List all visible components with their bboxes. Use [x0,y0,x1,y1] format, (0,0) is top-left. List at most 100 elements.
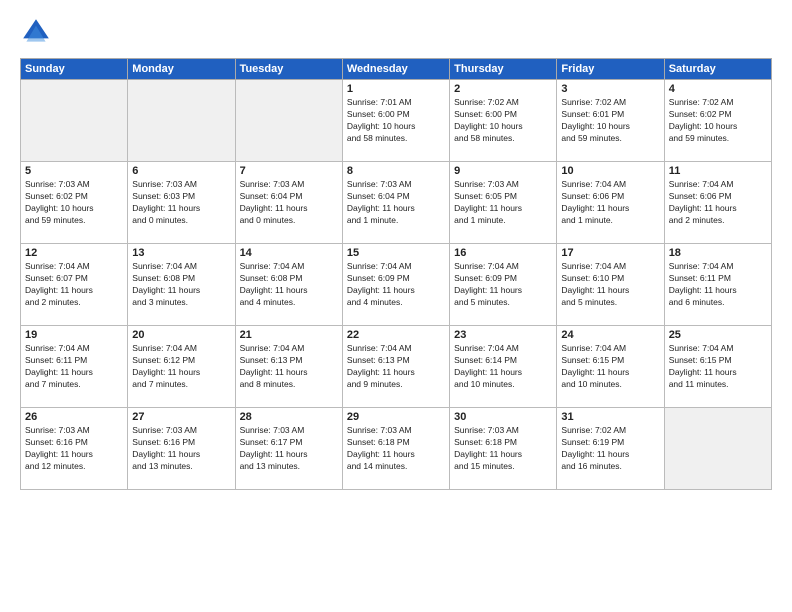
day-number: 21 [240,329,338,341]
day-number: 20 [132,329,230,341]
page: SundayMondayTuesdayWednesdayThursdayFrid… [0,0,792,612]
cell-text: Sunrise: 7:04 AM Sunset: 6:06 PM Dayligh… [669,179,767,227]
cell-text: Sunrise: 7:04 AM Sunset: 6:13 PM Dayligh… [240,343,338,391]
day-number: 15 [347,247,445,259]
cell-text: Sunrise: 7:04 AM Sunset: 6:08 PM Dayligh… [132,261,230,309]
cell-text: Sunrise: 7:04 AM Sunset: 6:07 PM Dayligh… [25,261,123,309]
calendar-cell: 31 Sunrise: 7:02 AM Sunset: 6:19 PM Dayli… [557,408,664,490]
calendar-cell: 6Sunrise: 7:03 AM Sunset: 6:03 PM Daylig… [128,162,235,244]
day-header-sunday: Sunday [21,59,128,80]
calendar-cell: 24 Sunrise: 7:04 AM Sunset: 6:15 PM Dayli… [557,326,664,408]
calendar-cell: 21 Sunrise: 7:04 AM Sunset: 6:13 PM Dayli… [235,326,342,408]
day-number: 22 [347,329,445,341]
day-number: 23 [454,329,552,341]
logo-icon [20,16,52,48]
calendar-cell: 5 Sunrise: 7:03 AM Sunset: 6:02 PM Daylig… [21,162,128,244]
cell-text: Sunrise: 7:04 AM Sunset: 6:11 PM Dayligh… [669,261,767,309]
day-number: 14 [240,247,338,259]
calendar-cell: 14 Sunrise: 7:04 AM Sunset: 6:08 PM Dayli… [235,244,342,326]
day-header-friday: Friday [557,59,664,80]
calendar-cell [21,80,128,162]
day-number: 2 [454,83,552,95]
calendar-cell: 19Sunrise: 7:04 AM Sunset: 6:11 PM Dayli… [21,326,128,408]
day-number: 1 [347,83,445,95]
calendar-cell [235,80,342,162]
day-number: 26 [25,411,123,423]
day-header-thursday: Thursday [450,59,557,80]
cell-text: Sunrise: 7:03 AM Sunset: 6:02 PM Dayligh… [25,179,123,227]
calendar-cell: 13 Sunrise: 7:04 AM Sunset: 6:08 PM Dayli… [128,244,235,326]
calendar-cell: 28 Sunrise: 7:03 AM Sunset: 6:17 PM Dayli… [235,408,342,490]
cell-text: Sunrise: 7:03 AM Sunset: 6:18 PM Dayligh… [454,425,552,473]
calendar-week-1: 1 Sunrise: 7:01 AM Sunset: 6:00 PM Daylig… [21,80,772,162]
day-number: 9 [454,165,552,177]
calendar-cell: 15 Sunrise: 7:04 AM Sunset: 6:09 PM Dayli… [342,244,449,326]
day-number: 5 [25,165,123,177]
day-number: 3 [561,83,659,95]
cell-text: Sunrise: 7:04 AM Sunset: 6:13 PM Dayligh… [347,343,445,391]
day-number: 12 [25,247,123,259]
logo [20,16,56,48]
calendar-cell: 27 Sunrise: 7:03 AM Sunset: 6:16 PM Dayli… [128,408,235,490]
calendar-cell: 2 Sunrise: 7:02 AM Sunset: 6:00 PM Daylig… [450,80,557,162]
cell-text: Sunrise: 7:04 AM Sunset: 6:15 PM Dayligh… [561,343,659,391]
header [20,16,772,48]
calendar-cell: 10 Sunrise: 7:04 AM Sunset: 6:06 PM Dayli… [557,162,664,244]
calendar-week-3: 12 Sunrise: 7:04 AM Sunset: 6:07 PM Dayli… [21,244,772,326]
cell-text: Sunrise: 7:04 AM Sunset: 6:10 PM Dayligh… [561,261,659,309]
calendar-cell: 17Sunrise: 7:04 AM Sunset: 6:10 PM Dayli… [557,244,664,326]
day-number: 13 [132,247,230,259]
calendar-cell: 22 Sunrise: 7:04 AM Sunset: 6:13 PM Dayli… [342,326,449,408]
calendar-cell [128,80,235,162]
calendar-cell: 7Sunrise: 7:03 AM Sunset: 6:04 PM Daylig… [235,162,342,244]
calendar-week-2: 5 Sunrise: 7:03 AM Sunset: 6:02 PM Daylig… [21,162,772,244]
calendar-cell: 4 Sunrise: 7:02 AM Sunset: 6:02 PM Daylig… [664,80,771,162]
cell-text: Sunrise: 7:02 AM Sunset: 6:01 PM Dayligh… [561,97,659,145]
day-number: 28 [240,411,338,423]
cell-text: Sunrise: 7:03 AM Sunset: 6:04 PM Dayligh… [240,179,338,227]
day-header-wednesday: Wednesday [342,59,449,80]
day-number: 8 [347,165,445,177]
day-header-saturday: Saturday [664,59,771,80]
cell-text: Sunrise: 7:04 AM Sunset: 6:09 PM Dayligh… [347,261,445,309]
day-number: 30 [454,411,552,423]
day-number: 24 [561,329,659,341]
day-number: 4 [669,83,767,95]
calendar-cell: 18 Sunrise: 7:04 AM Sunset: 6:11 PM Dayli… [664,244,771,326]
calendar-cell: 8 Sunrise: 7:03 AM Sunset: 6:04 PM Daylig… [342,162,449,244]
cell-text: Sunrise: 7:03 AM Sunset: 6:16 PM Dayligh… [132,425,230,473]
calendar-cell: 23 Sunrise: 7:04 AM Sunset: 6:14 PM Dayli… [450,326,557,408]
cell-text: Sunrise: 7:02 AM Sunset: 6:19 PM Dayligh… [561,425,659,473]
cell-text: Sunrise: 7:03 AM Sunset: 6:18 PM Dayligh… [347,425,445,473]
cell-text: Sunrise: 7:04 AM Sunset: 6:14 PM Dayligh… [454,343,552,391]
day-number: 31 [561,411,659,423]
calendar-cell: 16Sunrise: 7:04 AM Sunset: 6:09 PM Dayli… [450,244,557,326]
day-number: 11 [669,165,767,177]
day-number: 18 [669,247,767,259]
calendar-cell: 20 Sunrise: 7:04 AM Sunset: 6:12 PM Dayli… [128,326,235,408]
day-header-tuesday: Tuesday [235,59,342,80]
calendar-week-5: 26 Sunrise: 7:03 AM Sunset: 6:16 PM Dayli… [21,408,772,490]
cell-text: Sunrise: 7:04 AM Sunset: 6:12 PM Dayligh… [132,343,230,391]
day-number: 19 [25,329,123,341]
cell-text: Sunrise: 7:03 AM Sunset: 6:16 PM Dayligh… [25,425,123,473]
calendar-cell: 25 Sunrise: 7:04 AM Sunset: 6:15 PM Dayli… [664,326,771,408]
day-number: 10 [561,165,659,177]
cell-text: Sunrise: 7:04 AM Sunset: 6:08 PM Dayligh… [240,261,338,309]
calendar-cell [664,408,771,490]
cell-text: Sunrise: 7:01 AM Sunset: 6:00 PM Dayligh… [347,97,445,145]
day-number: 25 [669,329,767,341]
cell-text: Sunrise: 7:02 AM Sunset: 6:02 PM Dayligh… [669,97,767,145]
cell-text: Sunrise: 7:04 AM Sunset: 6:15 PM Dayligh… [669,343,767,391]
cell-text: Sunrise: 7:03 AM Sunset: 6:05 PM Dayligh… [454,179,552,227]
day-number: 29 [347,411,445,423]
day-number: 27 [132,411,230,423]
cell-text: Sunrise: 7:02 AM Sunset: 6:00 PM Dayligh… [454,97,552,145]
calendar-cell: 9 Sunrise: 7:03 AM Sunset: 6:05 PM Daylig… [450,162,557,244]
cell-text: Sunrise: 7:03 AM Sunset: 6:17 PM Dayligh… [240,425,338,473]
calendar-cell: 11 Sunrise: 7:04 AM Sunset: 6:06 PM Dayli… [664,162,771,244]
cell-text: Sunrise: 7:04 AM Sunset: 6:06 PM Dayligh… [561,179,659,227]
calendar-cell: 1 Sunrise: 7:01 AM Sunset: 6:00 PM Daylig… [342,80,449,162]
calendar-week-4: 19Sunrise: 7:04 AM Sunset: 6:11 PM Dayli… [21,326,772,408]
cell-text: Sunrise: 7:03 AM Sunset: 6:04 PM Dayligh… [347,179,445,227]
